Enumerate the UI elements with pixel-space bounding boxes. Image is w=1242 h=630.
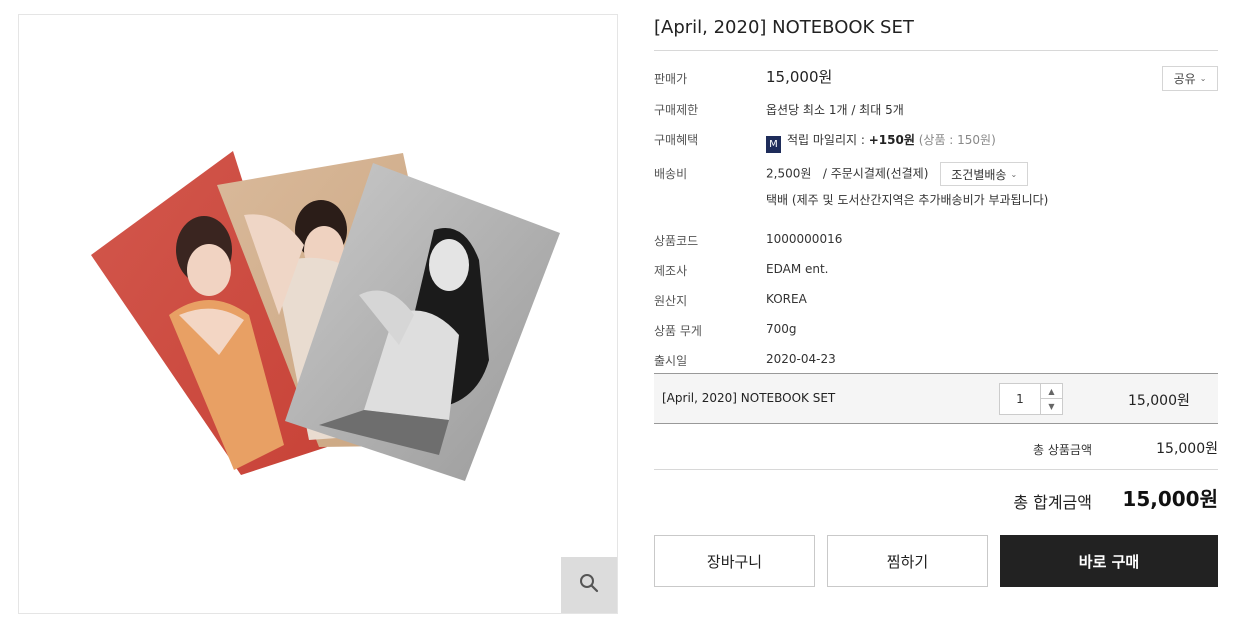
zoom-button[interactable]	[561, 557, 617, 613]
benefit-label: 구매혜택	[654, 133, 699, 147]
total-value: 15,000원	[1122, 487, 1218, 511]
shipping-condition-label: 조건별배송	[951, 167, 1007, 182]
mileage-badge: M	[766, 136, 781, 153]
quantity-stepper: ▲ ▼	[999, 383, 1063, 415]
chevron-down-icon: ⌄	[1010, 169, 1018, 179]
shipping-condition-button[interactable]: 조건별배송 ⌄	[940, 162, 1029, 186]
subtotal-label: 총 상품금액	[1032, 443, 1092, 457]
price-value: 15,000원	[766, 68, 833, 86]
mileage-text: 적립 마일리지 :	[787, 133, 869, 147]
selected-option-price: 15,000원	[1128, 393, 1190, 409]
product-code-value: 1000000016	[766, 232, 843, 246]
subtotal-value: 15,000원	[1156, 441, 1218, 457]
weight-value: 700g	[766, 322, 797, 336]
chevron-down-icon: ⌄	[1199, 74, 1207, 83]
purchase-limit-label: 구매제한	[654, 103, 699, 117]
weight-label: 상품 무게	[654, 324, 702, 338]
quantity-decrease-button[interactable]: ▼	[1041, 399, 1062, 414]
quantity-increase-button[interactable]: ▲	[1041, 384, 1062, 399]
buy-now-button[interactable]: 바로 구매	[1000, 535, 1218, 587]
origin-label: 원산지	[654, 294, 688, 308]
release-date-value: 2020-04-23	[766, 352, 836, 366]
subtotal-row: 총 상품금액 15,000원	[654, 424, 1218, 470]
benefit-value: M 적립 마일리지 : +150원 (상품 : 150원)	[766, 131, 996, 153]
origin-value: KOREA	[766, 292, 807, 306]
total-label: 총 합계금액	[1013, 493, 1092, 512]
share-label: 공유	[1173, 72, 1196, 86]
share-button[interactable]: 공유 ⌄	[1162, 66, 1218, 91]
add-to-cart-button[interactable]: 장바구니	[654, 535, 815, 587]
mileage-amount: +150원	[868, 133, 915, 147]
product-code-label: 상품코드	[654, 234, 699, 248]
total-row: 총 합계금액 15,000원	[654, 471, 1218, 531]
manufacturer-label: 제조사	[654, 264, 688, 278]
wishlist-button[interactable]: 찜하기	[827, 535, 988, 587]
product-title: [April, 2020] NOTEBOOK SET	[654, 14, 1218, 51]
price-label: 판매가	[654, 72, 688, 86]
shipping-fee: 2,500원	[766, 166, 812, 181]
selected-option-name: [April, 2020] NOTEBOOK SET	[662, 391, 836, 405]
release-date-label: 출시일	[654, 354, 688, 368]
shipping-note: 택배 (제주 및 도서산간지역은 추가배송비가 부과됩니다)	[766, 193, 1049, 207]
product-info-panel: [April, 2020] NOTEBOOK SET 공유 ⌄ 판매가 15,0…	[654, 14, 1218, 587]
chevron-up-icon: ▲	[1048, 386, 1055, 396]
manufacturer-value: EDAM ent.	[766, 262, 829, 276]
shipping-label: 배송비	[654, 167, 688, 181]
magnifier-icon	[579, 573, 599, 597]
purchase-limit-value: 옵션당 최소 1개 / 최대 5개	[766, 103, 904, 117]
selected-option-row: [April, 2020] NOTEBOOK SET ▲ ▼ 15,000원	[654, 373, 1218, 424]
product-image-panel	[18, 14, 618, 614]
quantity-input[interactable]	[1000, 384, 1041, 414]
mileage-note: (상품 : 150원)	[918, 133, 996, 147]
chevron-down-icon: ▼	[1048, 402, 1055, 411]
product-image[interactable]	[19, 15, 618, 614]
shipping-method: / 주문시결제(선결제)	[822, 166, 929, 181]
shipping-value-line: 2,500원 / 주문시결제(선결제) 조건별배송 ⌄	[766, 162, 1029, 186]
